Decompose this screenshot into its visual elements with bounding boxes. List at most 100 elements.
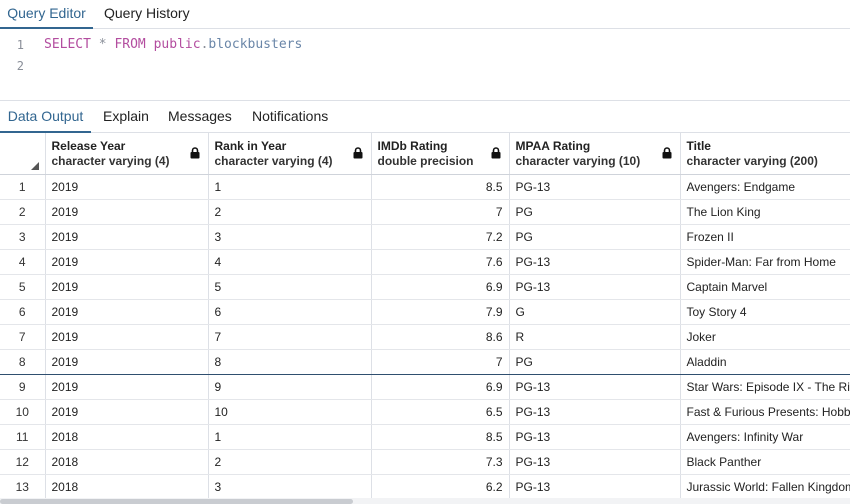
table-row[interactable]: 3 2019 3 7.2 PG Frozen II (0, 224, 850, 250)
cell-rank-in-year[interactable]: 5 (208, 274, 372, 300)
cell-imdb-rating[interactable]: 7.6 (371, 249, 510, 275)
cell-title[interactable]: Jurassic World: Fallen Kingdom (680, 474, 850, 498)
cell-rank-in-year[interactable]: 8 (208, 348, 372, 375)
cell-mpaa-rating[interactable]: PG-13 (509, 249, 681, 275)
cell-imdb-rating[interactable]: 6.9 (371, 374, 510, 400)
cell-rank-in-year[interactable]: 7 (208, 324, 372, 350)
cell-imdb-rating[interactable]: 7 (371, 199, 510, 225)
cell-imdb-rating[interactable]: 7.9 (371, 299, 510, 325)
cell-rank-in-year[interactable]: 2 (208, 199, 372, 225)
cell-title[interactable]: Toy Story 4 (680, 299, 850, 325)
table-row[interactable]: 13 2018 3 6.2 PG-13 Jurassic World: Fallen Ki… (0, 474, 850, 498)
table-row[interactable]: 5 2019 5 6.9 PG-13 Captain Marvel (0, 274, 850, 300)
cell-mpaa-rating[interactable]: PG (509, 348, 681, 375)
row-number[interactable]: 11 (0, 424, 46, 450)
cell-release-year[interactable]: 2019 (45, 324, 209, 350)
cell-title[interactable]: Aladdin (680, 348, 850, 375)
cell-imdb-rating[interactable]: 7.3 (371, 449, 510, 475)
cell-rank-in-year[interactable]: 1 (208, 174, 372, 200)
cell-rank-in-year[interactable]: 3 (208, 474, 372, 498)
cell-rank-in-year[interactable]: 9 (208, 374, 372, 400)
cell-mpaa-rating[interactable]: PG-13 (509, 399, 681, 425)
results-grid[interactable]: Release Year character varying (4) Rank … (0, 133, 850, 498)
cell-release-year[interactable]: 2019 (45, 399, 209, 425)
row-number[interactable]: 1 (0, 174, 46, 200)
cell-mpaa-rating[interactable]: G (509, 299, 681, 325)
row-number[interactable]: 12 (0, 449, 46, 475)
row-number[interactable]: 2 (0, 199, 46, 225)
cell-mpaa-rating[interactable]: PG-13 (509, 174, 681, 200)
cell-title[interactable]: Fast & Furious Presents: Hobbs & Shaw (680, 399, 850, 425)
table-row[interactable]: 12 2018 2 7.3 PG-13 Black Panther (0, 449, 850, 475)
row-number[interactable]: 7 (0, 324, 46, 350)
cell-release-year[interactable]: 2018 (45, 424, 209, 450)
cell-imdb-rating[interactable]: 6.2 (371, 474, 510, 498)
tab-query-history[interactable]: Query History (104, 0, 190, 29)
cell-title[interactable]: Avengers: Infinity War (680, 424, 850, 450)
cell-rank-in-year[interactable]: 10 (208, 399, 372, 425)
cell-mpaa-rating[interactable]: R (509, 324, 681, 350)
cell-mpaa-rating[interactable]: PG-13 (509, 424, 681, 450)
table-row[interactable]: 9 2019 9 6.9 PG-13 Star Wars: Episode IX - Th… (0, 374, 850, 400)
sql-code-line[interactable]: SELECT * FROM public.blockbusters (44, 37, 302, 52)
cell-title[interactable]: The Lion King (680, 199, 850, 225)
cell-imdb-rating[interactable]: 8.6 (371, 324, 510, 350)
table-row[interactable]: 1 2019 1 8.5 PG-13 Avengers: Endgame (0, 174, 850, 200)
cell-imdb-rating[interactable]: 7 (371, 348, 510, 375)
table-row[interactable]: 7 2019 7 8.6 R Joker (0, 324, 850, 350)
cell-rank-in-year[interactable]: 1 (208, 424, 372, 450)
cell-rank-in-year[interactable]: 6 (208, 299, 372, 325)
column-header-imdb-rating[interactable]: IMDb Rating double precision (371, 133, 510, 175)
cell-release-year[interactable]: 2019 (45, 199, 209, 225)
cell-release-year[interactable]: 2019 (45, 174, 209, 200)
table-row[interactable]: 10 2019 10 6.5 PG-13 Fast & Furious Presents:… (0, 399, 850, 425)
tab-messages[interactable]: Messages (168, 101, 232, 133)
cell-title[interactable]: Spider-Man: Far from Home (680, 249, 850, 275)
column-header-mpaa-rating[interactable]: MPAA Rating character varying (10) (509, 133, 681, 175)
horizontal-scrollbar[interactable] (0, 498, 850, 504)
cell-release-year[interactable]: 2019 (45, 224, 209, 250)
column-header-release-year[interactable]: Release Year character varying (4) (45, 133, 209, 175)
table-row[interactable]: 6 2019 6 7.9 G Toy Story 4 (0, 299, 850, 325)
cell-imdb-rating[interactable]: 8.5 (371, 174, 510, 200)
cell-title[interactable]: Avengers: Endgame (680, 174, 850, 200)
cell-title[interactable]: Frozen II (680, 224, 850, 250)
cell-release-year[interactable]: 2019 (45, 374, 209, 400)
table-row[interactable]: 8 2019 8 7 PG Aladdin (0, 348, 850, 375)
row-number[interactable]: 5 (0, 274, 46, 300)
cell-imdb-rating[interactable]: 8.5 (371, 424, 510, 450)
cell-mpaa-rating[interactable]: PG (509, 199, 681, 225)
tab-notifications[interactable]: Notifications (252, 101, 328, 133)
row-number[interactable]: 6 (0, 299, 46, 325)
cell-title[interactable]: Joker (680, 324, 850, 350)
cell-mpaa-rating[interactable]: PG-13 (509, 374, 681, 400)
table-row[interactable]: 2 2019 2 7 PG The Lion King (0, 199, 850, 225)
tab-data-output[interactable]: Data Output (0, 101, 91, 133)
row-number[interactable]: 3 (0, 224, 46, 250)
cell-imdb-rating[interactable]: 6.9 (371, 274, 510, 300)
sql-editor[interactable]: 1 2 SELECT * FROM public.blockbusters (0, 29, 850, 101)
row-number[interactable]: 8 (0, 348, 46, 375)
row-number[interactable]: 13 (0, 474, 46, 498)
cell-mpaa-rating[interactable]: PG-13 (509, 474, 681, 498)
cell-imdb-rating[interactable]: 7.2 (371, 224, 510, 250)
cell-title[interactable]: Black Panther (680, 449, 850, 475)
select-all-corner[interactable] (0, 133, 46, 175)
cell-release-year[interactable]: 2019 (45, 249, 209, 275)
tab-query-editor[interactable]: Query Editor (0, 0, 93, 29)
cell-title[interactable]: Captain Marvel (680, 274, 850, 300)
tab-explain[interactable]: Explain (103, 101, 149, 133)
scrollbar-thumb[interactable] (0, 499, 353, 504)
cell-release-year[interactable]: 2019 (45, 348, 209, 375)
cell-mpaa-rating[interactable]: PG-13 (509, 449, 681, 475)
row-number[interactable]: 9 (0, 374, 46, 400)
row-number[interactable]: 4 (0, 249, 46, 275)
cell-release-year[interactable]: 2019 (45, 299, 209, 325)
cell-title[interactable]: Star Wars: Episode IX - The Rise of Skyw… (680, 374, 850, 400)
cell-mpaa-rating[interactable]: PG (509, 224, 681, 250)
cell-rank-in-year[interactable]: 4 (208, 249, 372, 275)
column-header-rank-in-year[interactable]: Rank in Year character varying (4) (208, 133, 372, 175)
cell-mpaa-rating[interactable]: PG-13 (509, 274, 681, 300)
row-number[interactable]: 10 (0, 399, 46, 425)
column-header-title[interactable]: Title character varying (200) (680, 133, 850, 175)
